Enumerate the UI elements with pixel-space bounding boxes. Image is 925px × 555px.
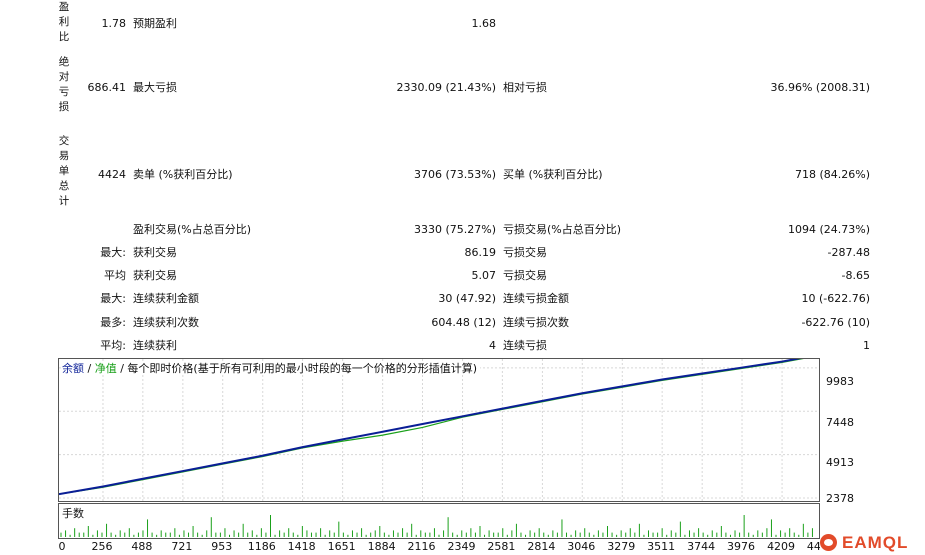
series-line-balance <box>59 359 802 496</box>
legend-equity: 净值 <box>94 362 117 375</box>
x-tick-label: 2814 <box>527 540 556 553</box>
vert-label-total-trades: 交易单总计 <box>58 135 70 207</box>
x-tick-label: 1418 <box>287 540 316 553</box>
x-tick-label: 3976 <box>727 540 756 553</box>
volume-panel: 手数 <box>58 503 820 539</box>
long-positions-label: 买单 (%获利百分比) <box>503 168 603 181</box>
maximal-prefix: 最多: <box>100 316 126 329</box>
max-consecutive-wins-label: 连续获利金额 <box>133 292 199 305</box>
chart-description: 每个即时价格(基于所有可利用的最小时段的每一个价格的分形插值计算) <box>127 362 477 375</box>
logo-text: EAMQL <box>842 533 909 552</box>
largest-prefix: 最大: <box>100 246 126 259</box>
average-consecutive-losses-value: 1 <box>863 339 870 352</box>
logo-icon <box>820 534 837 551</box>
legend-balance: 余额 <box>62 362 84 375</box>
largest-profit-value: 86.19 <box>464 246 497 259</box>
balance-equity-chart: 余额 / 净值 / 每个即时价格(基于所有可利用的最小时段的每一个价格的分形插值… <box>58 358 820 502</box>
average-consecutive-losses-label: 连续亏损 <box>503 339 547 352</box>
largest-profit-label: 获利交易 <box>133 246 177 259</box>
vert-label-profit-factor: 盈利比 <box>58 1 70 43</box>
x-tick-label: 256 <box>91 540 113 553</box>
average-consecutive-prefix: 平均: <box>100 339 126 352</box>
average-consecutive-wins-value: 4 <box>489 339 496 352</box>
short-positions-label: 卖单 (%获利百分比) <box>133 168 233 181</box>
profit-trades-label: 盈利交易(%占总百分比) <box>133 223 252 236</box>
x-tick-label: 0 <box>58 540 66 553</box>
x-tick-label: 3046 <box>567 540 596 553</box>
y-tick-label: 2378 <box>826 492 854 505</box>
max-consecutive-prefix: 最大: <box>100 292 126 305</box>
volume-plot-area <box>60 515 813 537</box>
long-positions-value: 718 (84.26%) <box>794 168 870 181</box>
profit-trades-value: 3330 (75.27%) <box>413 223 496 236</box>
x-tick-label: 3279 <box>607 540 636 553</box>
largest-loss-label: 亏损交易 <box>503 246 547 259</box>
y-tick-label: 7448 <box>826 416 854 429</box>
x-tick-label: 3511 <box>647 540 676 553</box>
average-profit-value: 5.07 <box>471 269 497 282</box>
maximal-consecutive-profit-label: 连续获利次数 <box>133 316 199 329</box>
expected-payoff-label: 预期盈利 <box>133 17 177 30</box>
absolute-drawdown-value: 686.41 <box>87 81 127 94</box>
y-tick-label: 4913 <box>826 456 854 469</box>
x-tick-label: 4209 <box>767 540 796 553</box>
chart-plot-area <box>59 359 819 501</box>
short-positions-value: 3706 (73.53%) <box>413 168 496 181</box>
expected-payoff-value: 1.68 <box>471 17 497 30</box>
legend-separator: / <box>116 362 128 375</box>
x-tick-label: 721 <box>171 540 193 553</box>
average-profit-label: 获利交易 <box>133 269 177 282</box>
loss-trades-label: 亏损交易(%占总百分比) <box>503 223 622 236</box>
maximal-consecutive-loss-value: -622.76 (10) <box>801 316 870 329</box>
average-prefix: 平均 <box>104 269 126 282</box>
x-tick-label: 2349 <box>447 540 476 553</box>
max-drawdown-value: 2330.09 (21.43%) <box>396 81 496 94</box>
vert-label-absolute-drawdown: 绝对亏损 <box>58 56 70 113</box>
average-loss-value: -8.65 <box>841 269 870 282</box>
volume-label: 手数 <box>62 507 84 520</box>
relative-drawdown-value: 36.96% (2008.31) <box>770 81 870 94</box>
x-tick-label: 488 <box>131 540 153 553</box>
x-tick-label: 2581 <box>487 540 516 553</box>
profit-factor-value: 1.78 <box>101 17 127 30</box>
max-consecutive-losses-label: 连续亏损金额 <box>503 292 569 305</box>
largest-loss-value: -287.48 <box>827 246 870 259</box>
relative-drawdown-label: 相对亏损 <box>503 81 547 94</box>
loss-trades-value: 1094 (24.73%) <box>787 223 870 236</box>
x-tick-label: 1186 <box>247 540 276 553</box>
maximal-consecutive-loss-label: 连续亏损次数 <box>503 316 569 329</box>
x-tick-label: 1884 <box>367 540 396 553</box>
y-tick-label: 9983 <box>826 375 854 388</box>
max-drawdown-label: 最大亏损 <box>133 81 177 94</box>
x-tick-label: 1651 <box>327 540 356 553</box>
legend-separator: / <box>84 362 95 375</box>
average-consecutive-wins-label: 连续获利 <box>133 339 177 352</box>
total-trades-value: 4424 <box>98 168 126 181</box>
x-tick-label: 953 <box>211 540 233 553</box>
chart-legend: 余额 / 净值 / 每个即时价格(基于所有可利用的最小时段的每一个价格的分形插值… <box>62 362 480 375</box>
average-loss-label: 亏损交易 <box>503 269 547 282</box>
x-tick-label: 2116 <box>407 540 436 553</box>
max-consecutive-losses-value: 10 (-622.76) <box>801 292 870 305</box>
eamql-logo: EAMQL <box>820 533 922 553</box>
maximal-consecutive-profit-value: 604.48 (12) <box>431 316 496 329</box>
max-consecutive-wins-value: 30 (47.92) <box>438 292 496 305</box>
x-tick-label: 3744 <box>687 540 716 553</box>
